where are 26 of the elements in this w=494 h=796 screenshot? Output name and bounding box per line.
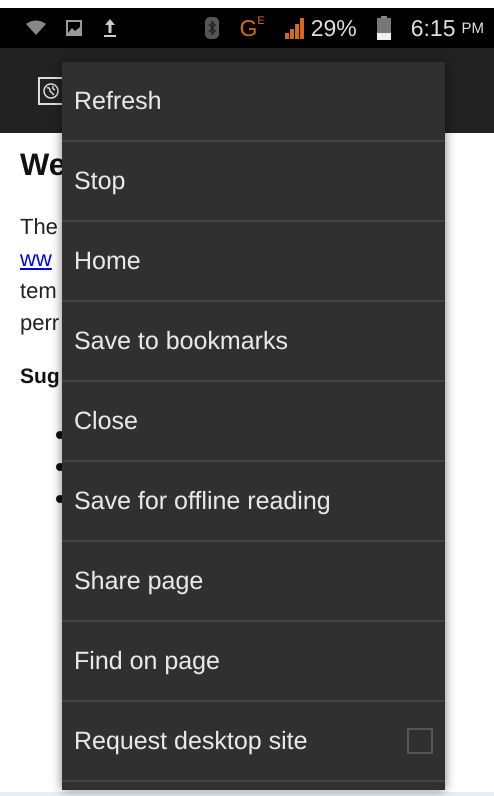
menu-item[interactable]: Share page (62, 542, 445, 622)
upload-icon (102, 18, 118, 38)
menu-item[interactable]: Refresh (62, 62, 445, 142)
checkbox[interactable] (407, 728, 433, 754)
clock-time: 6:15 (410, 14, 456, 42)
page-link[interactable]: ww (20, 243, 52, 275)
battery-icon (376, 16, 391, 40)
menu-item[interactable]: Stop (62, 142, 445, 222)
page-subheading: Sug (20, 365, 60, 389)
image-icon (66, 20, 82, 36)
page-text: The (20, 213, 58, 241)
signal-icon (284, 17, 305, 39)
menu-item[interactable]: Save to bookmarks (62, 302, 445, 382)
wifi-icon (26, 20, 46, 36)
bluetooth-icon (205, 17, 220, 39)
menu-item[interactable]: Close (62, 382, 445, 462)
menu-item[interactable]: Save for offline reading (62, 462, 445, 542)
battery-percent: 29% (310, 14, 357, 42)
network-type: G (239, 14, 258, 42)
page-text: tem (20, 277, 57, 305)
menu-item[interactable]: Request desktop site (62, 702, 445, 782)
network-subtype: E (257, 14, 265, 26)
clock-meridiem: PM (462, 20, 484, 36)
page-text: perr (20, 309, 60, 337)
menu-item[interactable]: Find on page (62, 622, 445, 702)
menu-item[interactable]: Home (62, 222, 445, 302)
